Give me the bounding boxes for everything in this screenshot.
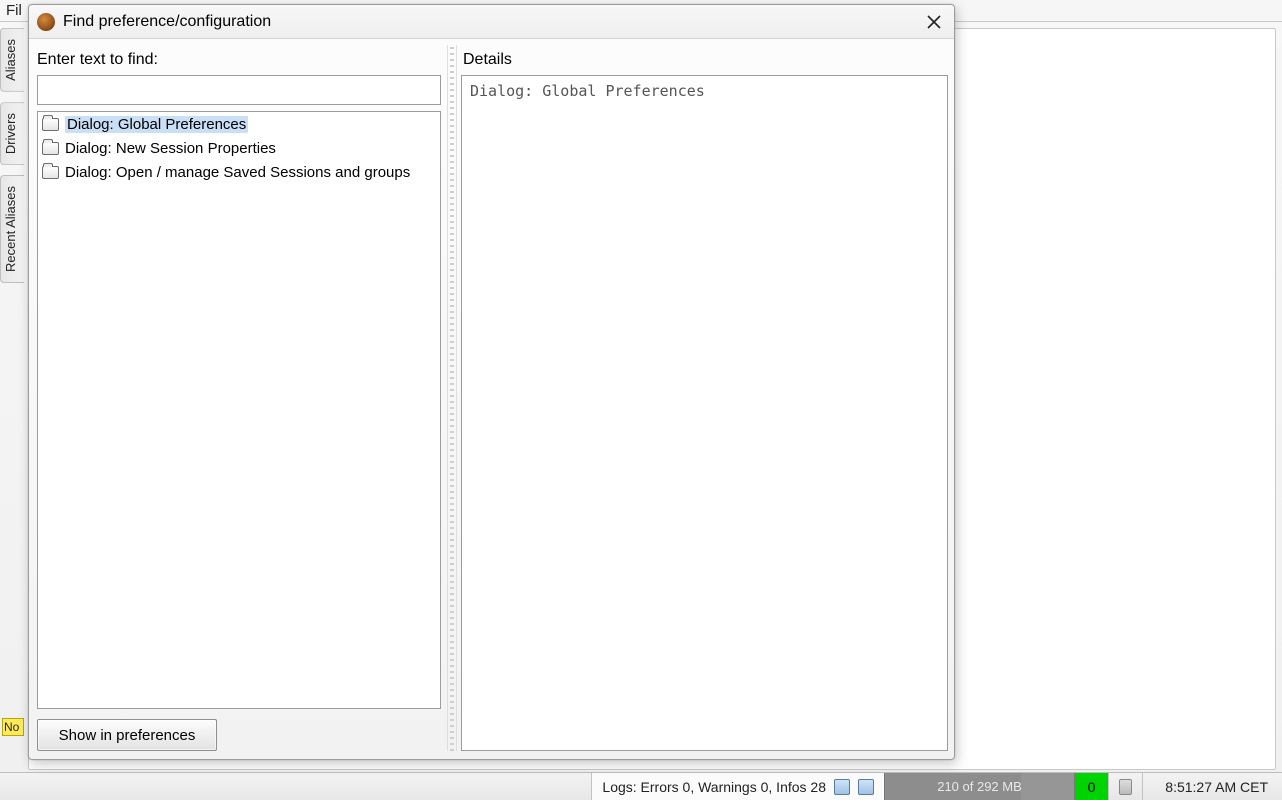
- side-tab-drivers[interactable]: Drivers: [0, 102, 24, 165]
- dialog-body: Enter text to find: Dialog: Global Prefe…: [29, 39, 954, 759]
- button-row: Show in preferences: [35, 709, 443, 751]
- logs-monitor-icon: [858, 779, 874, 795]
- right-pane: Details Dialog: Global Preferences: [461, 45, 948, 751]
- side-tab-strip: Aliases Drivers Recent Aliases: [0, 28, 24, 283]
- details-label: Details: [463, 51, 946, 69]
- list-item[interactable]: Dialog: Global Preferences: [38, 112, 440, 136]
- list-item[interactable]: Dialog: Open / manage Saved Sessions and…: [38, 160, 440, 184]
- side-tab-aliases[interactable]: Aliases: [0, 28, 24, 92]
- status-gc-button[interactable]: [1108, 773, 1142, 800]
- clock-text: 8:51:27 AM CET: [1165, 779, 1268, 795]
- folder-icon: [42, 142, 59, 155]
- side-tab-recent-aliases[interactable]: Recent Aliases: [0, 175, 24, 283]
- close-icon: [927, 15, 941, 29]
- list-item-label: Dialog: Global Preferences: [65, 116, 248, 133]
- show-in-preferences-button[interactable]: Show in preferences: [37, 719, 217, 751]
- close-button[interactable]: [920, 10, 948, 34]
- results-list[interactable]: Dialog: Global Preferences Dialog: New Se…: [37, 111, 441, 709]
- dialog-titlebar[interactable]: Find preference/configuration: [29, 5, 954, 39]
- status-bar: Logs: Errors 0, Warnings 0, Infos 28 210…: [0, 772, 1282, 800]
- trash-icon: [1119, 779, 1132, 795]
- status-memory[interactable]: 210 of 292 MB: [884, 773, 1074, 800]
- truncated-yellow-label: No: [2, 718, 24, 736]
- list-item[interactable]: Dialog: New Session Properties: [38, 136, 440, 160]
- splitter-handle[interactable]: [447, 45, 457, 751]
- dialog-title: Find preference/configuration: [63, 13, 271, 31]
- search-label: Enter text to find:: [37, 51, 441, 69]
- app-icon: [37, 13, 55, 31]
- list-item-label: Dialog: Open / manage Saved Sessions and…: [65, 164, 410, 181]
- folder-icon: [42, 166, 59, 179]
- left-pane: Enter text to find: Dialog: Global Prefe…: [35, 45, 443, 751]
- details-box: Dialog: Global Preferences: [461, 75, 948, 751]
- search-input[interactable]: [37, 75, 441, 105]
- logs-indicator-icon: [834, 779, 850, 795]
- folder-icon: [42, 118, 59, 131]
- list-item-label: Dialog: New Session Properties: [65, 140, 276, 157]
- find-preference-dialog: Find preference/configuration Enter text…: [28, 4, 955, 760]
- status-logs[interactable]: Logs: Errors 0, Warnings 0, Infos 28: [591, 773, 884, 800]
- status-logs-text: Logs: Errors 0, Warnings 0, Infos 28: [602, 779, 826, 795]
- green-count-value: 0: [1088, 779, 1096, 795]
- status-clock: 8:51:27 AM CET: [1142, 773, 1282, 800]
- status-green-count[interactable]: 0: [1074, 773, 1108, 800]
- memory-text: 210 of 292 MB: [937, 779, 1022, 794]
- menubar-file-truncated[interactable]: Fil: [6, 2, 22, 19]
- status-spacer: [0, 773, 591, 800]
